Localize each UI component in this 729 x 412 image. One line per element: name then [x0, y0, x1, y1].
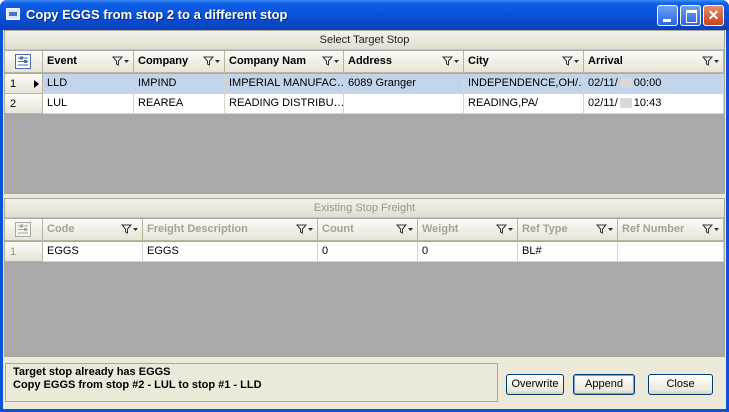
column-header-event[interactable]: Event [43, 51, 134, 73]
column-header-weight: Weight [418, 219, 518, 241]
cell-arrival[interactable]: 02/11/00:00 [584, 74, 724, 94]
filter-icon [596, 224, 614, 235]
row-number: 1 [5, 242, 43, 262]
cell-address[interactable]: 6089 Granger [344, 74, 464, 94]
cell-ref-type: BL# [518, 242, 618, 262]
maximize-button[interactable] [680, 5, 701, 26]
dialog-window: Copy EGGS from stop 2 to a different sto… [0, 0, 729, 412]
column-chooser-icon [5, 219, 43, 241]
cell-company-name[interactable]: IMPERIAL MANUFAC… [225, 74, 344, 94]
filter-icon [121, 224, 139, 235]
filter-icon[interactable] [702, 56, 720, 67]
column-header-ref-number: Ref Number [618, 219, 724, 241]
target-stop-caption: Select Target Stop [5, 31, 724, 50]
column-header-address[interactable]: Address [344, 51, 464, 73]
filter-icon [702, 224, 720, 235]
existing-freight-caption: Existing Stop Freight [5, 199, 724, 218]
column-header-company[interactable]: Company [134, 51, 225, 73]
filter-icon [296, 224, 314, 235]
existing-freight-grid: Existing Stop Freight Code Freight Descr… [4, 198, 725, 357]
column-header-code: Code [43, 219, 143, 241]
title-bar[interactable]: Copy EGGS from stop 2 to a different sto… [0, 0, 729, 30]
app-icon [6, 8, 20, 20]
row-number[interactable]: 1 [5, 74, 43, 94]
message-line-2: Copy EGGS from stop #2 - LUL to stop #1 … [13, 379, 262, 391]
close-button[interactable]: Close [648, 374, 713, 395]
filter-icon[interactable] [112, 56, 130, 67]
freight-grid-header: Code Freight Description Count Weight Re… [5, 219, 724, 241]
row-number[interactable]: 2 [5, 94, 43, 114]
target-stop-grid: Select Target Stop Event Company Company… [4, 30, 725, 194]
window-title: Copy EGGS from stop 2 to a different sto… [26, 7, 288, 22]
column-chooser-icon[interactable] [5, 51, 43, 73]
table-row[interactable]: 2 LUL REAREA READING DISTRIBU… READING,P… [5, 94, 724, 114]
filter-icon[interactable] [203, 56, 221, 67]
cell-arrival[interactable]: 02/11/10:43 [584, 94, 724, 114]
cell-address[interactable] [344, 94, 464, 114]
filter-icon[interactable] [442, 56, 460, 67]
row-selector-arrow-icon [34, 80, 39, 88]
dialog-body: Select Target Stop Event Company Company… [3, 30, 726, 409]
filter-icon[interactable] [562, 56, 580, 67]
table-row: 1 EGGS EGGS 0 0 BL# [5, 242, 724, 262]
filter-icon [396, 224, 414, 235]
filter-icon [496, 224, 514, 235]
cell-company-name[interactable]: READING DISTRIBU… [225, 94, 344, 114]
cell-event[interactable]: LUL [43, 94, 134, 114]
overwrite-button[interactable]: Overwrite [506, 374, 564, 395]
column-header-freight-description: Freight Description [143, 219, 318, 241]
cell-count: 0 [318, 242, 418, 262]
column-header-arrival[interactable]: Arrival [584, 51, 724, 73]
close-window-button[interactable]: ✕ [703, 5, 724, 26]
minimize-button[interactable] [657, 5, 678, 26]
cell-event[interactable]: LLD [43, 74, 134, 94]
column-header-count: Count [318, 219, 418, 241]
cell-ref-number [618, 242, 724, 262]
status-message: Target stop already has EGGS Copy EGGS f… [5, 363, 498, 402]
column-header-ref-type: Ref Type [518, 219, 618, 241]
cell-company[interactable]: IMPIND [134, 74, 225, 94]
target-grid-header: Event Company Company Nam Address City A… [5, 51, 724, 73]
cell-company[interactable]: REAREA [134, 94, 225, 114]
column-header-city[interactable]: City [464, 51, 584, 73]
cell-weight: 0 [418, 242, 518, 262]
column-header-company-name[interactable]: Company Nam [225, 51, 344, 73]
cell-code: EGGS [43, 242, 143, 262]
table-row[interactable]: 1 LLD IMPIND IMPERIAL MANUFAC… 6089 Gran… [5, 74, 724, 94]
cell-city[interactable]: INDEPENDENCE,OH/… [464, 74, 584, 94]
append-button[interactable]: Append [573, 374, 635, 395]
cell-city[interactable]: READING,PA/ [464, 94, 584, 114]
filter-icon[interactable] [322, 56, 340, 67]
cell-freight-description: EGGS [143, 242, 318, 262]
message-line-1: Target stop already has EGGS [13, 366, 171, 378]
